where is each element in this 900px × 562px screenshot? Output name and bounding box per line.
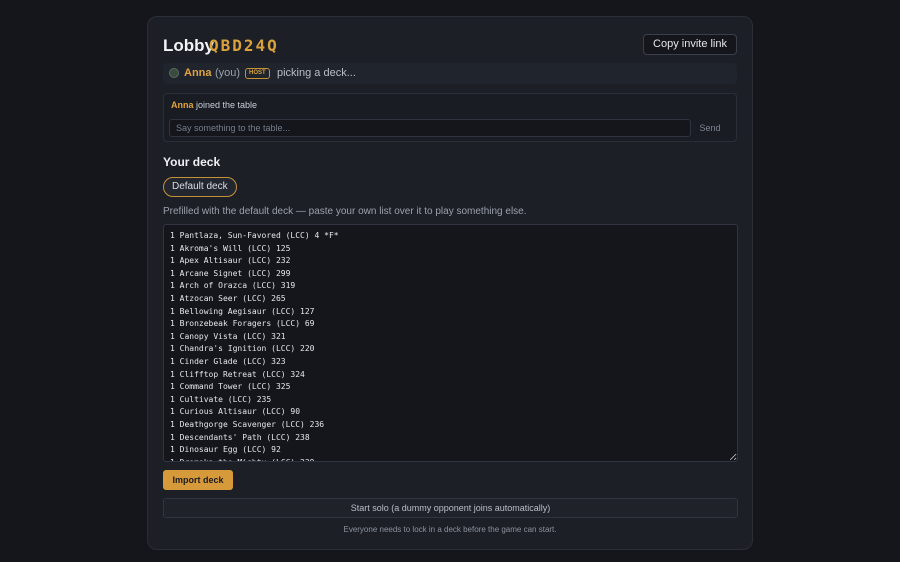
copy-invite-link-button[interactable]: Copy invite link (643, 34, 737, 55)
chat-input[interactable] (169, 119, 691, 137)
lobby-title: Lobby (163, 36, 214, 55)
default-deck-chip[interactable]: Default deck (163, 177, 237, 197)
host-badge: HOST (245, 68, 270, 79)
lobby-header: Lobby QBD24Q Copy invite link (163, 34, 737, 58)
player-you-label: (you) (215, 67, 241, 79)
send-button[interactable]: Send (689, 119, 731, 137)
deck-hint: Prefilled with the default deck — paste … (163, 206, 527, 217)
start-solo-button[interactable]: Start solo (a dummy opponent joins autom… (163, 498, 738, 518)
status-dot-icon (169, 68, 179, 78)
player-row: Anna (you) HOST picking a deck... (163, 63, 737, 84)
chat-message-text: joined the table (193, 100, 258, 110)
chat-message-author: Anna (171, 100, 194, 110)
player-name: Anna (184, 67, 212, 79)
your-deck-heading: Your deck (163, 155, 221, 169)
lobby-code: QBD24Q (209, 36, 279, 55)
chat-box: Anna joined the table Send (163, 93, 737, 142)
lobby-panel: Lobby QBD24Q Copy invite link Anna (you)… (147, 16, 753, 550)
player-status: picking a deck... (277, 67, 356, 79)
chat-message: Anna joined the table (171, 100, 257, 110)
deck-list-textarea[interactable]: 1 Pantlaza, Sun-Favored (LCC) 4 *F* 1 Ak… (163, 224, 738, 462)
lock-in-note: Everyone needs to lock in a deck before … (343, 525, 557, 534)
import-deck-button[interactable]: Import deck (163, 470, 233, 490)
